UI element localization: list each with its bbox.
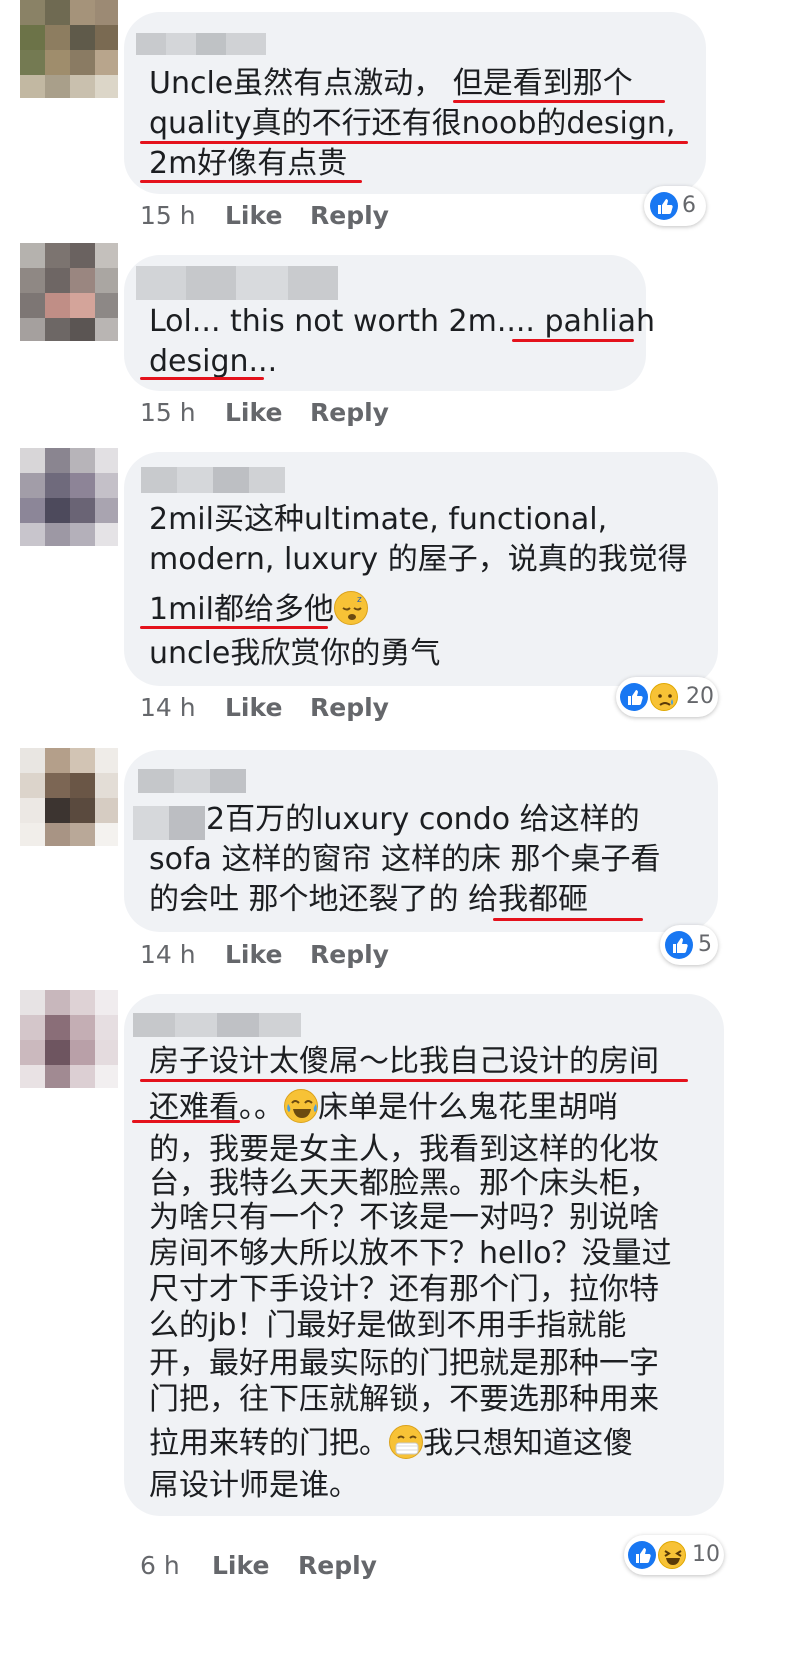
avatar[interactable] bbox=[20, 990, 118, 1088]
highlight-underline bbox=[140, 626, 328, 629]
reaction-count: 10 bbox=[692, 1542, 720, 1567]
sleeping-face-emoji: z bbox=[333, 591, 368, 625]
comment-meta: 6 h Like Reply bbox=[140, 1548, 440, 1584]
commenter-name-redacted[interactable] bbox=[133, 1013, 301, 1037]
comment-text-line: 房间不够大所以放不下？hello？没量过 bbox=[149, 1236, 672, 1271]
reaction-count: 20 bbox=[686, 684, 714, 709]
tears-of-joy-emoji bbox=[284, 1089, 318, 1123]
avatar[interactable] bbox=[20, 243, 118, 341]
comment-meta: 15 h Like Reply bbox=[140, 395, 440, 431]
comment-text-line: quality真的不行还有很noob的design, bbox=[149, 106, 676, 141]
comment-text-line: 门把，往下压就解锁，不要选那种用来 bbox=[149, 1382, 659, 1417]
reply-button[interactable]: Reply bbox=[310, 690, 389, 726]
reaction-summary[interactable]: 20 bbox=[616, 677, 718, 717]
like-button[interactable]: Like bbox=[225, 395, 282, 431]
comment-text-line: 拉用来转的门把。 我只想知道这傻 bbox=[149, 1424, 633, 1464]
comment-text-line: 2mil买这种ultimate, functional, bbox=[149, 502, 608, 537]
reply-button[interactable]: Reply bbox=[298, 1548, 377, 1584]
comment-meta: 14 h Like Reply bbox=[140, 937, 440, 973]
comment-text-line: 2m好像有点贵 bbox=[149, 146, 348, 181]
timestamp: 14 h bbox=[140, 693, 196, 722]
comment-text-line: Lol... this not worth 2m.... pahliah bbox=[149, 304, 656, 339]
comment-text-line: 尺寸才下手设计？还有那个门，拉你特 bbox=[149, 1272, 659, 1307]
commenter-name-redacted[interactable] bbox=[133, 806, 205, 840]
timestamp: 15 h bbox=[140, 201, 196, 230]
comment-text-line: 1mil都给多他 z bbox=[149, 590, 368, 630]
highlight-underline bbox=[140, 141, 688, 144]
comment-meta: 15 h Like Reply bbox=[140, 198, 440, 234]
comment-meta: 14 h Like Reply bbox=[140, 690, 440, 726]
comment-text-segment: 1mil都给多他 bbox=[149, 592, 334, 627]
commenter-name-redacted[interactable] bbox=[136, 266, 338, 300]
comment-text-line: 2百万的luxury condo 给这样的 bbox=[206, 802, 640, 837]
sad-face-icon bbox=[650, 683, 678, 711]
like-icon bbox=[650, 192, 678, 220]
avatar[interactable] bbox=[20, 448, 118, 546]
comment-text-line: Uncle虽然有点激动， 但是看到那个 bbox=[149, 66, 633, 101]
comment-text-line: 房子设计太傻屌～比我自己设计的房间 bbox=[149, 1044, 659, 1079]
timestamp: 6 h bbox=[140, 1551, 180, 1580]
like-button[interactable]: Like bbox=[225, 198, 282, 234]
comment-text-line: 的会吐 那个地还裂了的 给我都砸 bbox=[149, 882, 589, 917]
reply-button[interactable]: Reply bbox=[310, 937, 389, 973]
comment-text-line: 屌设计师是谁。 bbox=[149, 1468, 359, 1503]
comment-text-line: design... bbox=[149, 344, 278, 379]
reply-button[interactable]: Reply bbox=[310, 395, 389, 431]
highlight-underline bbox=[140, 180, 362, 183]
highlight-underline bbox=[493, 918, 643, 921]
svg-text:z: z bbox=[357, 595, 362, 605]
like-icon bbox=[665, 931, 693, 959]
reaction-summary[interactable]: 5 bbox=[660, 925, 718, 965]
comment-text-line: 么的jb！门最好是做到不用手指就能 bbox=[149, 1308, 627, 1343]
comment-text-line: 为啥只有一个？不该是一对吗？别说啥 bbox=[149, 1200, 659, 1235]
reaction-summary[interactable]: 6 bbox=[644, 186, 706, 226]
comment-text-line: modern, luxury 的屋子，说真的我觉得 bbox=[149, 542, 688, 577]
comment-text-line: sofa 这样的窗帘 这样的床 那个桌子看 bbox=[149, 842, 661, 877]
comment-text-segment: 床单是什么鬼花里胡哨 bbox=[318, 1090, 618, 1125]
reaction-summary[interactable]: 10 bbox=[624, 1535, 724, 1575]
highlight-underline bbox=[512, 339, 634, 342]
comment-text-segment: 我只想知道这傻 bbox=[423, 1426, 633, 1461]
reply-button[interactable]: Reply bbox=[310, 198, 389, 234]
comment-text-segment: 拉用来转的门把。 bbox=[149, 1426, 389, 1461]
like-button[interactable]: Like bbox=[212, 1548, 269, 1584]
avatar[interactable] bbox=[20, 748, 118, 846]
like-button[interactable]: Like bbox=[225, 690, 282, 726]
like-icon bbox=[628, 1541, 656, 1569]
timestamp: 15 h bbox=[140, 398, 196, 427]
comment-text-line: 开，最好用最实际的门把就是那种一字 bbox=[149, 1346, 659, 1381]
laughing-squint-icon bbox=[658, 1541, 686, 1569]
highlight-underline bbox=[132, 1120, 240, 1123]
like-button[interactable]: Like bbox=[225, 937, 282, 973]
commenter-name-redacted[interactable] bbox=[138, 769, 246, 793]
mask-face-emoji bbox=[389, 1425, 423, 1459]
comment-text-line: uncle我欣赏你的勇气 bbox=[149, 636, 441, 671]
avatar[interactable] bbox=[20, 0, 118, 98]
reaction-count: 5 bbox=[698, 932, 712, 957]
reaction-count: 6 bbox=[682, 193, 696, 218]
commenter-name-redacted[interactable] bbox=[141, 467, 285, 493]
highlight-underline bbox=[140, 1079, 688, 1082]
highlight-underline bbox=[140, 377, 264, 380]
highlight-underline bbox=[453, 100, 665, 103]
like-icon bbox=[620, 683, 648, 711]
timestamp: 14 h bbox=[140, 940, 196, 969]
commenter-name-redacted[interactable] bbox=[136, 33, 266, 55]
